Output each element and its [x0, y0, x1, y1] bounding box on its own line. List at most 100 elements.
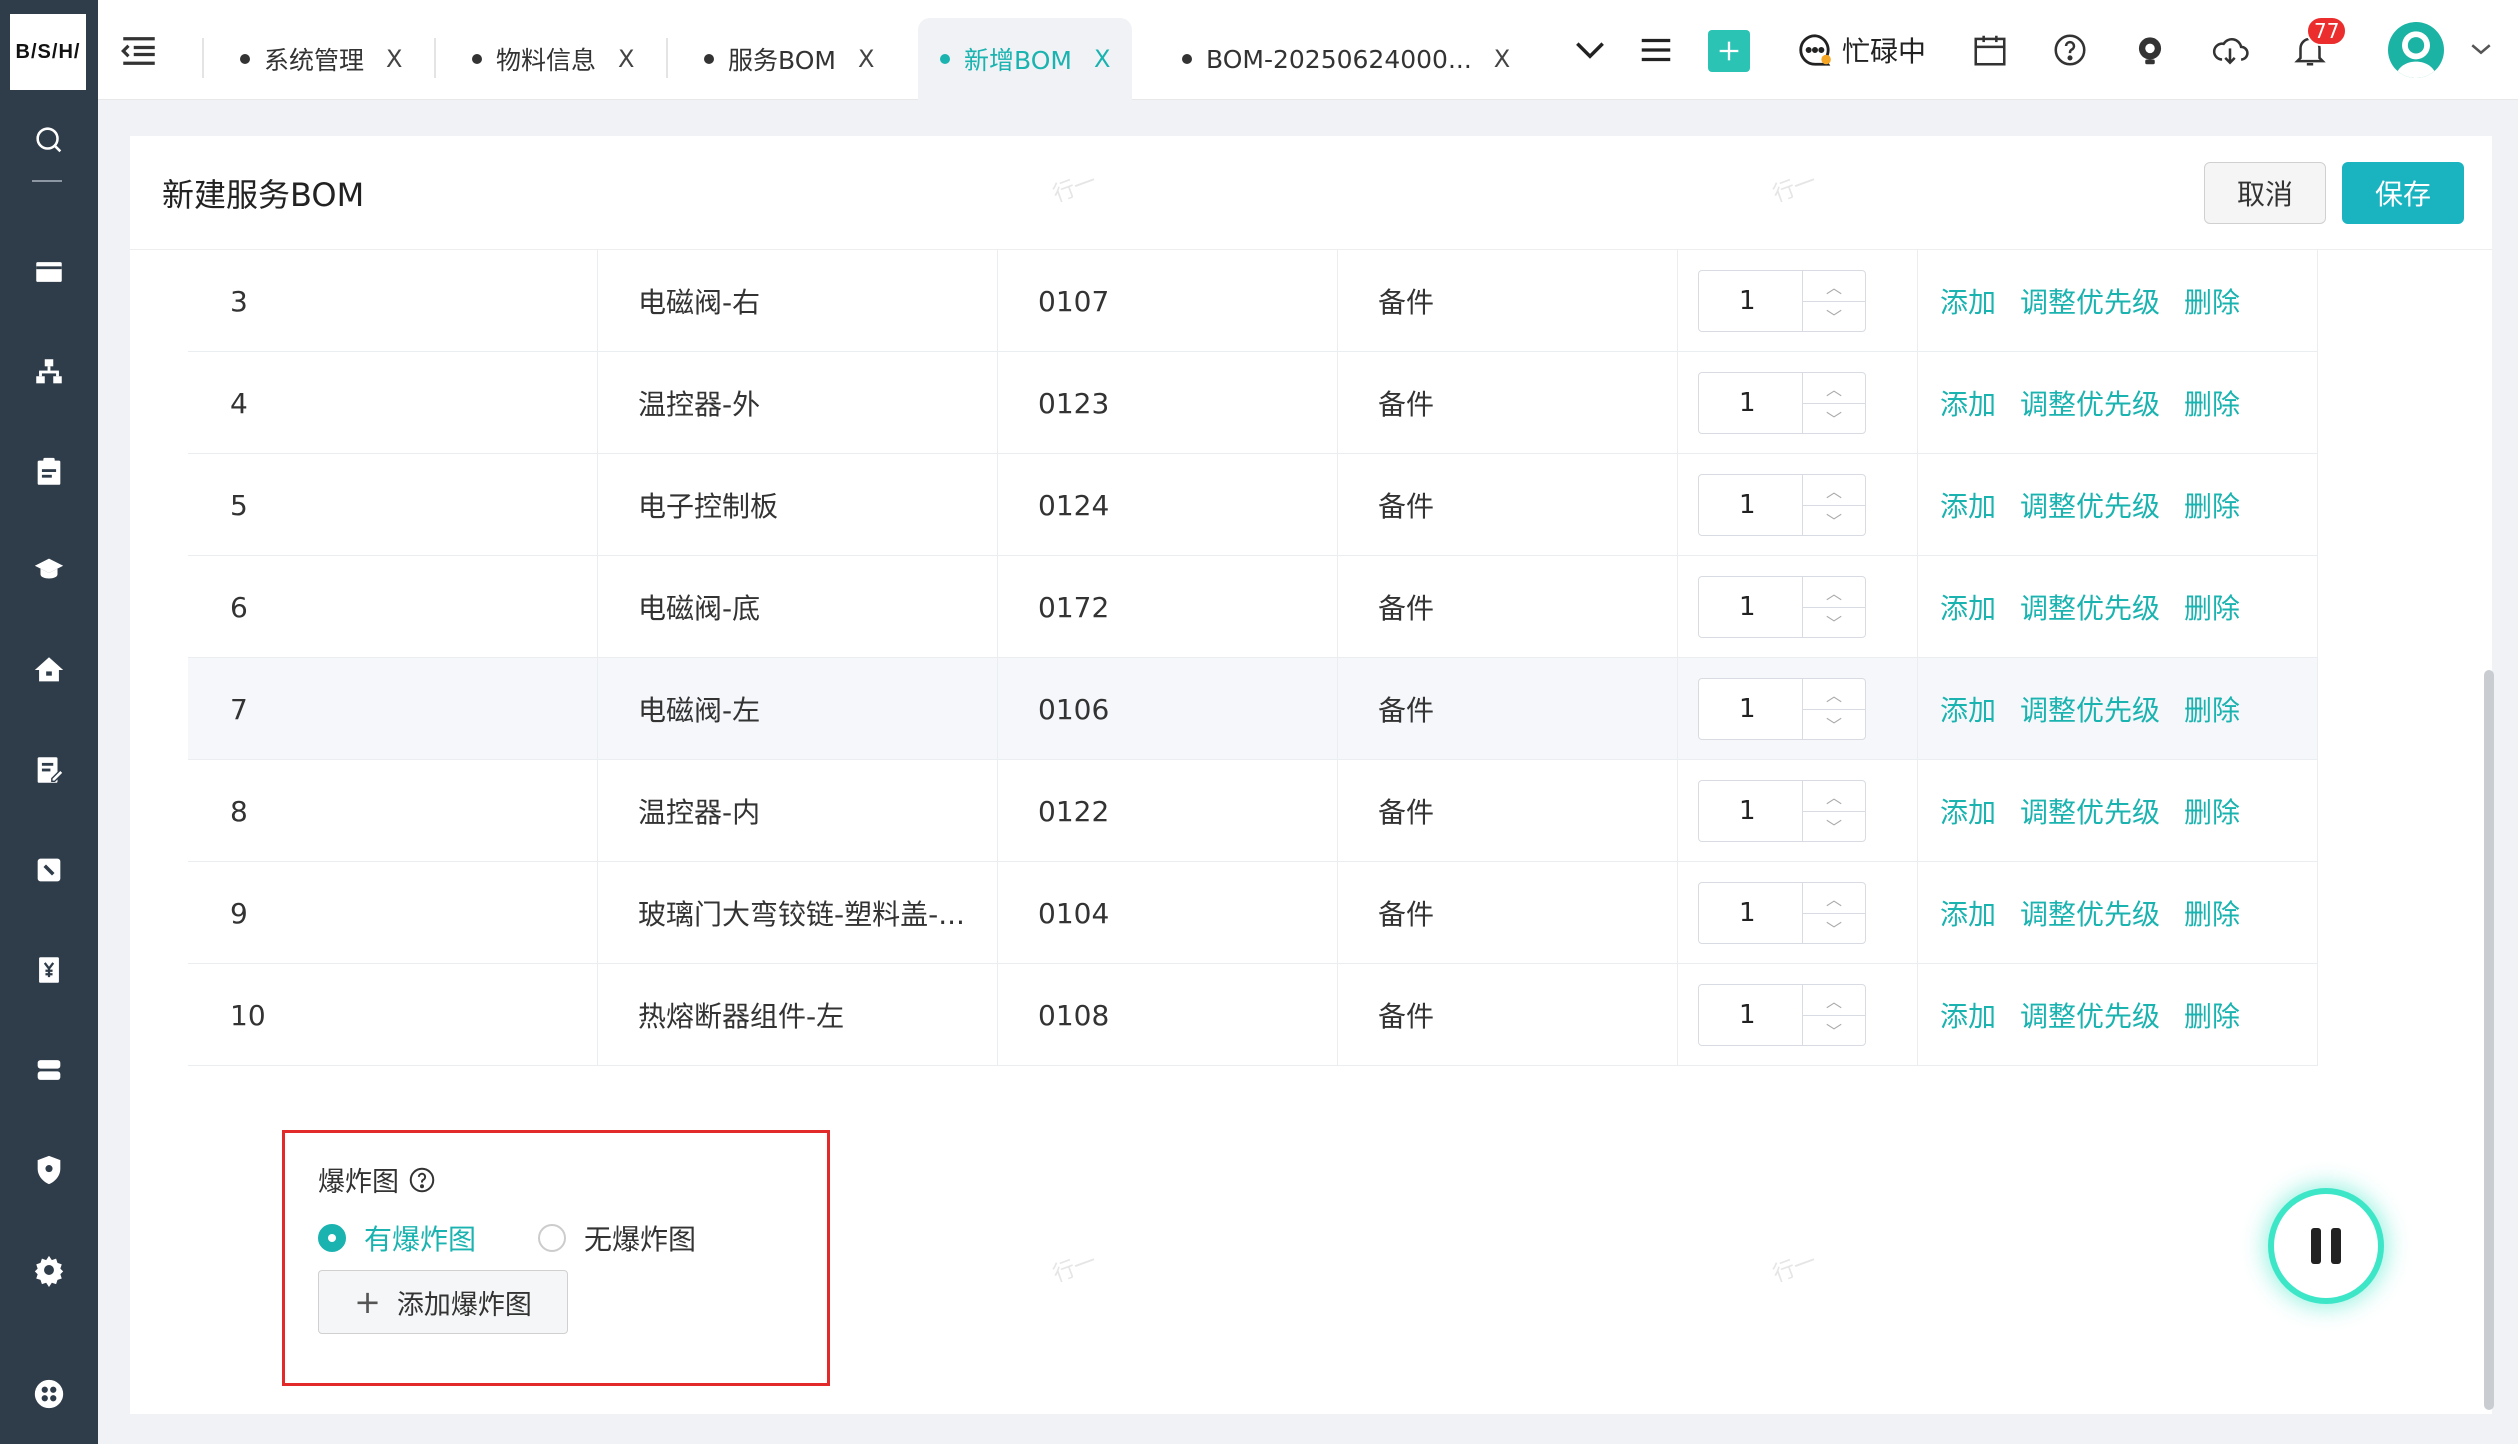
priority-link[interactable]: 调整优先级: [2020, 791, 2160, 831]
delete-link[interactable]: 删除: [2184, 587, 2240, 627]
org-chart-icon[interactable]: [0, 342, 98, 402]
add-link[interactable]: 添加: [1940, 995, 1996, 1035]
home-icon[interactable]: [0, 640, 98, 700]
stepper-down-icon[interactable]: ﹀: [1803, 302, 1865, 332]
delete-link[interactable]: 删除: [2184, 383, 2240, 423]
search-icon[interactable]: [0, 110, 98, 170]
stepper-down-icon[interactable]: ﹀: [1803, 710, 1865, 740]
stepper-up-icon[interactable]: ︿: [1803, 679, 1865, 710]
stepper-up-icon[interactable]: ︿: [1803, 985, 1865, 1016]
app-logo[interactable]: B/S/H/: [10, 14, 86, 90]
quantity-stepper[interactable]: 1 ︿ ﹀: [1698, 270, 1866, 332]
stepper-down-icon[interactable]: ﹀: [1803, 608, 1865, 638]
tab-bom-detail[interactable]: BOM-20250624000... X: [1160, 18, 1532, 100]
chevron-down-icon[interactable]: [1568, 28, 1612, 72]
cancel-button[interactable]: 取消: [2204, 162, 2326, 224]
priority-link[interactable]: 调整优先级: [2020, 995, 2160, 1035]
close-icon[interactable]: X: [1494, 45, 1510, 73]
quantity-value[interactable]: 1: [1699, 985, 1803, 1045]
graduation-cap-icon[interactable]: [0, 540, 98, 600]
quantity-value[interactable]: 1: [1699, 271, 1803, 331]
quantity-value[interactable]: 1: [1699, 781, 1803, 841]
tab-system-management[interactable]: 系统管理 X: [218, 18, 424, 100]
add-new-button[interactable]: [1708, 30, 1750, 72]
stepper-up-icon[interactable]: ︿: [1803, 271, 1865, 302]
tab-material-info[interactable]: 物料信息 X: [450, 18, 656, 100]
add-link[interactable]: 添加: [1940, 587, 1996, 627]
priority-link[interactable]: 调整优先级: [2020, 281, 2160, 321]
radio-has-explode[interactable]: 有爆炸图: [318, 1218, 476, 1258]
quantity-stepper[interactable]: 1 ︿ ﹀: [1698, 882, 1866, 944]
wrench-icon[interactable]: [0, 840, 98, 900]
quantity-stepper[interactable]: 1 ︿ ﹀: [1698, 372, 1866, 434]
stepper-up-icon[interactable]: ︿: [1803, 373, 1865, 404]
hamburger-menu-icon[interactable]: [1634, 28, 1678, 72]
pause-recording-button[interactable]: [2274, 1194, 2378, 1298]
add-link[interactable]: 添加: [1940, 383, 1996, 423]
radio-no-explode[interactable]: 无爆炸图: [538, 1218, 696, 1258]
priority-link[interactable]: 调整优先级: [2020, 587, 2160, 627]
quantity-value[interactable]: 1: [1699, 577, 1803, 637]
add-link[interactable]: 添加: [1940, 485, 1996, 525]
quantity-stepper[interactable]: 1 ︿ ﹀: [1698, 984, 1866, 1046]
clipboard-icon[interactable]: [0, 442, 98, 502]
stepper-down-icon[interactable]: ﹀: [1803, 404, 1865, 434]
close-icon[interactable]: X: [1094, 45, 1110, 73]
delete-link[interactable]: 删除: [2184, 791, 2240, 831]
quantity-stepper[interactable]: 1 ︿ ﹀: [1698, 576, 1866, 638]
stepper-up-icon[interactable]: ︿: [1803, 883, 1865, 914]
user-service-icon[interactable]: [2128, 28, 2172, 72]
apps-icon[interactable]: [0, 1364, 98, 1424]
add-link[interactable]: 添加: [1940, 893, 1996, 933]
add-explode-button[interactable]: + 添加爆炸图: [318, 1270, 568, 1334]
delete-link[interactable]: 删除: [2184, 281, 2240, 321]
card-icon[interactable]: [0, 242, 98, 302]
quantity-stepper[interactable]: 1 ︿ ﹀: [1698, 678, 1866, 740]
priority-link[interactable]: 调整优先级: [2020, 383, 2160, 423]
quantity-value[interactable]: 1: [1699, 475, 1803, 535]
calendar-icon[interactable]: [1968, 28, 2012, 72]
gear-icon[interactable]: [0, 1240, 98, 1300]
close-icon[interactable]: X: [858, 45, 874, 73]
stepper-down-icon[interactable]: ﹀: [1803, 1016, 1865, 1046]
status-busy[interactable]: 忙碌中: [1796, 28, 1926, 72]
scrollbar-thumb[interactable]: [2484, 670, 2494, 1410]
priority-link[interactable]: 调整优先级: [2020, 689, 2160, 729]
help-icon[interactable]: [2048, 28, 2092, 72]
menu-collapse-icon[interactable]: [118, 30, 160, 72]
delete-link[interactable]: 删除: [2184, 995, 2240, 1035]
server-icon[interactable]: [0, 1040, 98, 1100]
close-icon[interactable]: X: [386, 45, 402, 73]
priority-link[interactable]: 调整优先级: [2020, 893, 2160, 933]
explode-label-text: 爆炸图: [318, 1167, 399, 1198]
delete-link[interactable]: 删除: [2184, 689, 2240, 729]
quantity-stepper[interactable]: 1 ︿ ﹀: [1698, 474, 1866, 536]
add-link[interactable]: 添加: [1940, 281, 1996, 321]
stepper-down-icon[interactable]: ﹀: [1803, 812, 1865, 842]
stepper-up-icon[interactable]: ︿: [1803, 475, 1865, 506]
quantity-stepper[interactable]: 1 ︿ ﹀: [1698, 780, 1866, 842]
cloud-download-icon[interactable]: [2208, 28, 2252, 72]
quantity-value[interactable]: 1: [1699, 679, 1803, 739]
yen-document-icon[interactable]: [0, 940, 98, 1000]
delete-link[interactable]: 删除: [2184, 485, 2240, 525]
stepper-down-icon[interactable]: ﹀: [1803, 506, 1865, 536]
edit-document-icon[interactable]: [0, 740, 98, 800]
priority-link[interactable]: 调整优先级: [2020, 485, 2160, 525]
save-button[interactable]: 保存: [2342, 162, 2464, 224]
stepper-up-icon[interactable]: ︿: [1803, 577, 1865, 608]
caret-down-icon[interactable]: [2466, 34, 2496, 64]
stepper-down-icon[interactable]: ﹀: [1803, 914, 1865, 944]
add-link[interactable]: 添加: [1940, 791, 1996, 831]
quantity-value[interactable]: 1: [1699, 883, 1803, 943]
tab-service-bom[interactable]: 服务BOM X: [682, 18, 896, 100]
tab-new-bom[interactable]: 新增BOM X: [918, 18, 1133, 100]
add-link[interactable]: 添加: [1940, 689, 1996, 729]
close-icon[interactable]: X: [618, 45, 634, 73]
shield-icon[interactable]: [0, 1140, 98, 1200]
quantity-value[interactable]: 1: [1699, 373, 1803, 433]
avatar[interactable]: [2388, 22, 2444, 78]
delete-link[interactable]: 删除: [2184, 893, 2240, 933]
help-icon[interactable]: [407, 1165, 437, 1195]
stepper-up-icon[interactable]: ︿: [1803, 781, 1865, 812]
